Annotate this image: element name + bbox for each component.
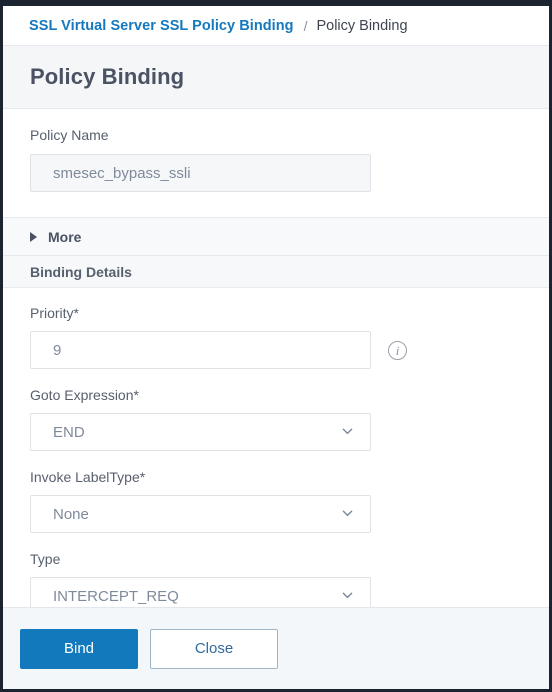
more-expander[interactable]: More [3,217,549,256]
goto-expression-value: END [53,423,85,441]
breadcrumb: SSL Virtual Server SSL Policy Binding / … [3,6,549,45]
field-invoke-labeltype: Invoke LabelType* None [3,470,549,533]
breadcrumb-parent-link[interactable]: SSL Virtual Server SSL Policy Binding [29,18,294,34]
page-title: Policy Binding [30,64,185,89]
priority-label: Priority* [30,305,80,321]
form-body: Policy Name smesec_bypass_ssli More Bind… [3,109,549,607]
policy-name-input[interactable]: smesec_bypass_ssli [30,154,371,192]
bind-button[interactable]: Bind [20,628,138,669]
field-priority: Priority* 9 i [3,306,549,369]
more-expander-label: More [48,228,82,245]
goto-expression-select[interactable]: END [30,413,371,451]
policy-name-label: Policy Name [30,127,109,143]
invoke-labeltype-value: None [53,505,89,523]
browser-frame: SSL Virtual Server SSL Policy Binding / … [0,0,552,692]
policy-name-section: Policy Name smesec_bypass_ssli [3,109,549,217]
invoke-labeltype-label: Invoke LabelType* [30,469,146,485]
type-select[interactable]: INTERCEPT_REQ [30,577,371,607]
chevron-down-icon [342,426,353,437]
priority-row: 9 i [30,331,522,369]
field-goto-expression: Goto Expression* END [3,388,549,451]
field-type: Type INTERCEPT_REQ [3,552,549,607]
page-title-band: Policy Binding [3,45,549,109]
invoke-labeltype-select[interactable]: None [30,495,371,533]
close-button[interactable]: Close [150,628,278,669]
priority-input[interactable]: 9 [30,331,371,369]
breadcrumb-current: Policy Binding [316,17,408,34]
binding-details-fields: Priority* 9 i Goto Expression* END Invok… [3,288,549,607]
chevron-down-icon [342,508,353,519]
dialog-footer: Bind Close [3,607,549,689]
goto-expression-label: Goto Expression* [30,387,139,403]
type-value: INTERCEPT_REQ [53,587,179,605]
chevron-down-icon [342,590,353,601]
binding-details-title: Binding Details [30,263,132,280]
triangle-right-icon [30,231,37,242]
breadcrumb-separator: / [303,17,308,34]
type-label: Type [30,551,61,567]
policy-binding-panel: SSL Virtual Server SSL Policy Binding / … [3,6,549,689]
binding-details-header: Binding Details [3,256,549,288]
info-circle-icon[interactable]: i [388,340,407,360]
